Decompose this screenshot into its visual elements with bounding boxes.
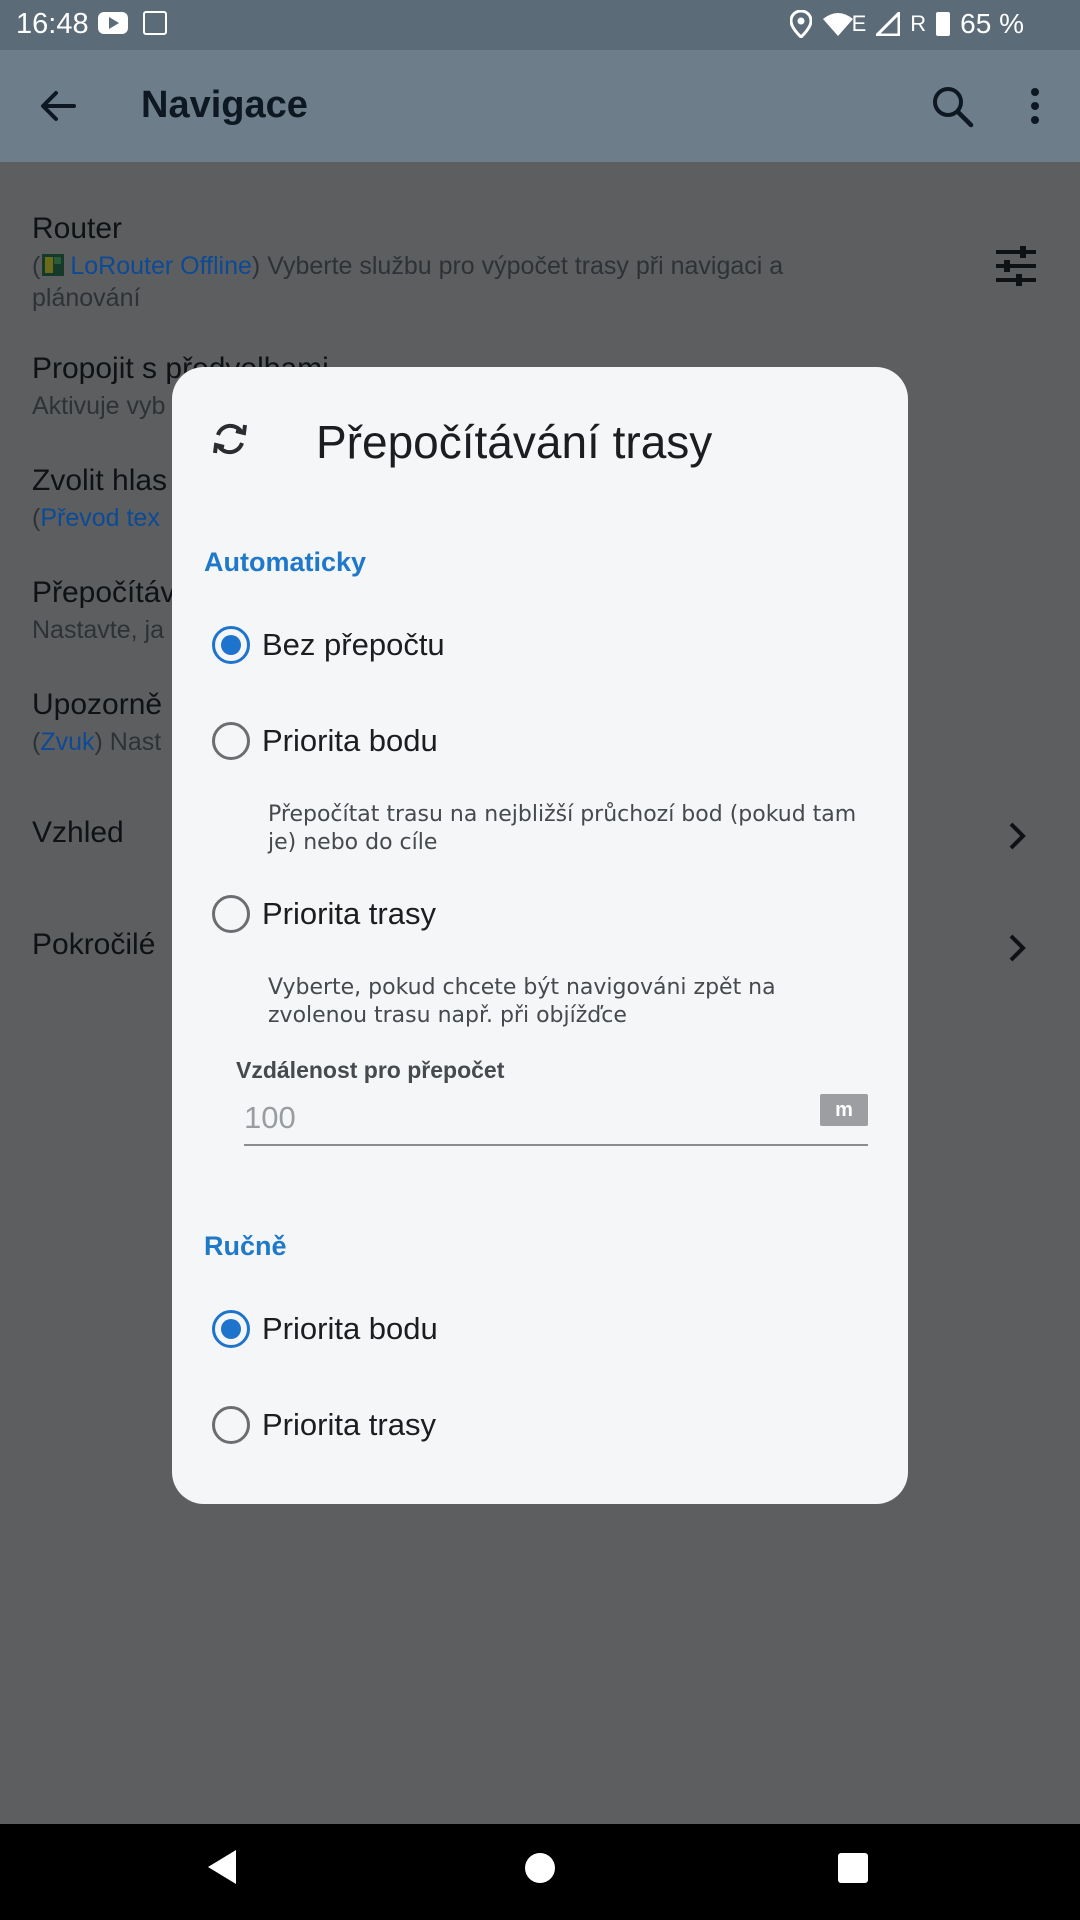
system-nav-bar: [0, 1824, 1080, 1920]
image-notification-icon: [143, 11, 167, 35]
recalculation-dialog: Přepočítávání trasy Automaticky Bez přep…: [172, 367, 908, 1504]
radio-option-point-priority[interactable]: Priorita bodu: [212, 713, 438, 769]
status-time: 16:48: [16, 8, 89, 40]
radio-unselected-icon[interactable]: [212, 722, 250, 760]
router-desc: ) Vyberte službu pro výpočet trasy při n…: [251, 252, 784, 280]
distance-field-label: Vzdálenost pro přepočet: [236, 1057, 505, 1083]
radio-label: Priorita trasy: [262, 896, 436, 931]
pref-recalc-title: Přepočítáv: [32, 576, 176, 609]
section-manual: Ručně: [204, 1231, 287, 1261]
distance-value[interactable]: 100: [244, 1100, 296, 1136]
status-icons: E R 65 %: [789, 8, 1024, 40]
radio-label: Priorita bodu: [262, 1311, 438, 1346]
page-title: Navigace: [141, 84, 308, 126]
radio-unselected-icon[interactable]: [212, 1406, 250, 1444]
signal-icon: [876, 12, 901, 36]
warnings-desc: ) Nast: [94, 728, 162, 756]
search-icon[interactable]: [928, 82, 976, 130]
radio-label: Priorita trasy: [262, 1407, 436, 1442]
pref-advanced-title: Pokročilé: [32, 928, 156, 961]
dialog-title: Přepočítávání trasy: [316, 416, 713, 468]
pref-advanced[interactable]: Pokročilé: [32, 928, 155, 962]
pref-appearance-title: Vzhled: [32, 816, 124, 849]
paren: (: [32, 252, 41, 280]
battery-icon: [936, 12, 951, 36]
router-desc-line2: plánování: [32, 284, 141, 312]
battery-percent: 65 %: [960, 8, 1024, 39]
voice-link[interactable]: Převod tex: [40, 504, 160, 532]
pref-voice[interactable]: Zvolit hlas (Převod tex: [32, 464, 167, 534]
youtube-notification-icon: [98, 12, 128, 34]
wifi-icon: [822, 13, 853, 36]
status-bar: 16:48 E R 65 %: [0, 0, 1080, 50]
warnings-link[interactable]: Zvuk: [40, 728, 94, 756]
pref-warnings[interactable]: Upozorně (Zvuk) Nast: [32, 688, 162, 758]
pref-appearance[interactable]: Vzhled: [32, 816, 124, 850]
radio-selected-icon[interactable]: [212, 1310, 250, 1348]
radio-description: Přepočítat trasu na nejbližší průchozí b…: [268, 802, 857, 855]
chevron-right-icon: [1009, 934, 1026, 962]
nav-back-icon[interactable]: [208, 1850, 236, 1884]
pref-voice-title: Zvolit hlas: [32, 464, 168, 497]
pref-warnings-title: Upozorně: [32, 688, 163, 721]
pref-router-title: Router: [32, 212, 123, 245]
radio-label: Priorita bodu: [262, 723, 438, 758]
network-type: E: [851, 11, 867, 36]
more-options-icon[interactable]: [1020, 82, 1050, 130]
nav-home-icon[interactable]: [525, 1853, 555, 1883]
nav-recents-icon[interactable]: [838, 1853, 868, 1883]
tune-settings-icon[interactable]: [994, 244, 1038, 288]
radio-description: Vyberte, pokud chcete být navigováni zpě…: [268, 975, 776, 1028]
pref-router-subtitle: ( LoRouter Offline) Vyberte službu pro vý…: [32, 250, 912, 314]
location-icon: [789, 10, 812, 38]
distance-input[interactable]: 100 m: [244, 1094, 868, 1146]
router-app-icon: [42, 254, 65, 276]
radio-option-no-recalc[interactable]: Bez přepočtu: [212, 617, 445, 673]
radio-option-route-priority[interactable]: Priorita trasy: [212, 886, 436, 942]
radio-label: Bez přepočtu: [262, 627, 445, 662]
unit-badge: m: [820, 1094, 868, 1126]
pref-recalc[interactable]: Přepočítáv Nastavte, ja: [32, 576, 175, 646]
back-arrow-icon[interactable]: [34, 82, 82, 130]
pref-router[interactable]: Router ( LoRouter Offline) Vyberte službu…: [32, 212, 912, 314]
radio-unselected-icon[interactable]: [212, 895, 250, 933]
radio-option-manual-point-priority[interactable]: Priorita bodu: [212, 1301, 438, 1357]
chevron-right-icon: [1009, 822, 1026, 850]
pref-warnings-subtitle: (Zvuk) Nast: [32, 726, 162, 758]
router-link[interactable]: LoRouter Offline: [70, 252, 252, 280]
pref-recalc-subtitle: Nastavte, ja: [32, 616, 165, 644]
section-automatic: Automaticky: [204, 547, 367, 577]
app-bar: Navigace: [0, 50, 1080, 162]
radio-option-manual-route-priority[interactable]: Priorita trasy: [212, 1397, 436, 1453]
roaming-indicator: R: [910, 11, 927, 36]
radio-selected-icon[interactable]: [212, 626, 250, 664]
pref-voice-subtitle: (Převod tex: [32, 502, 167, 534]
sync-icon: [213, 423, 247, 455]
